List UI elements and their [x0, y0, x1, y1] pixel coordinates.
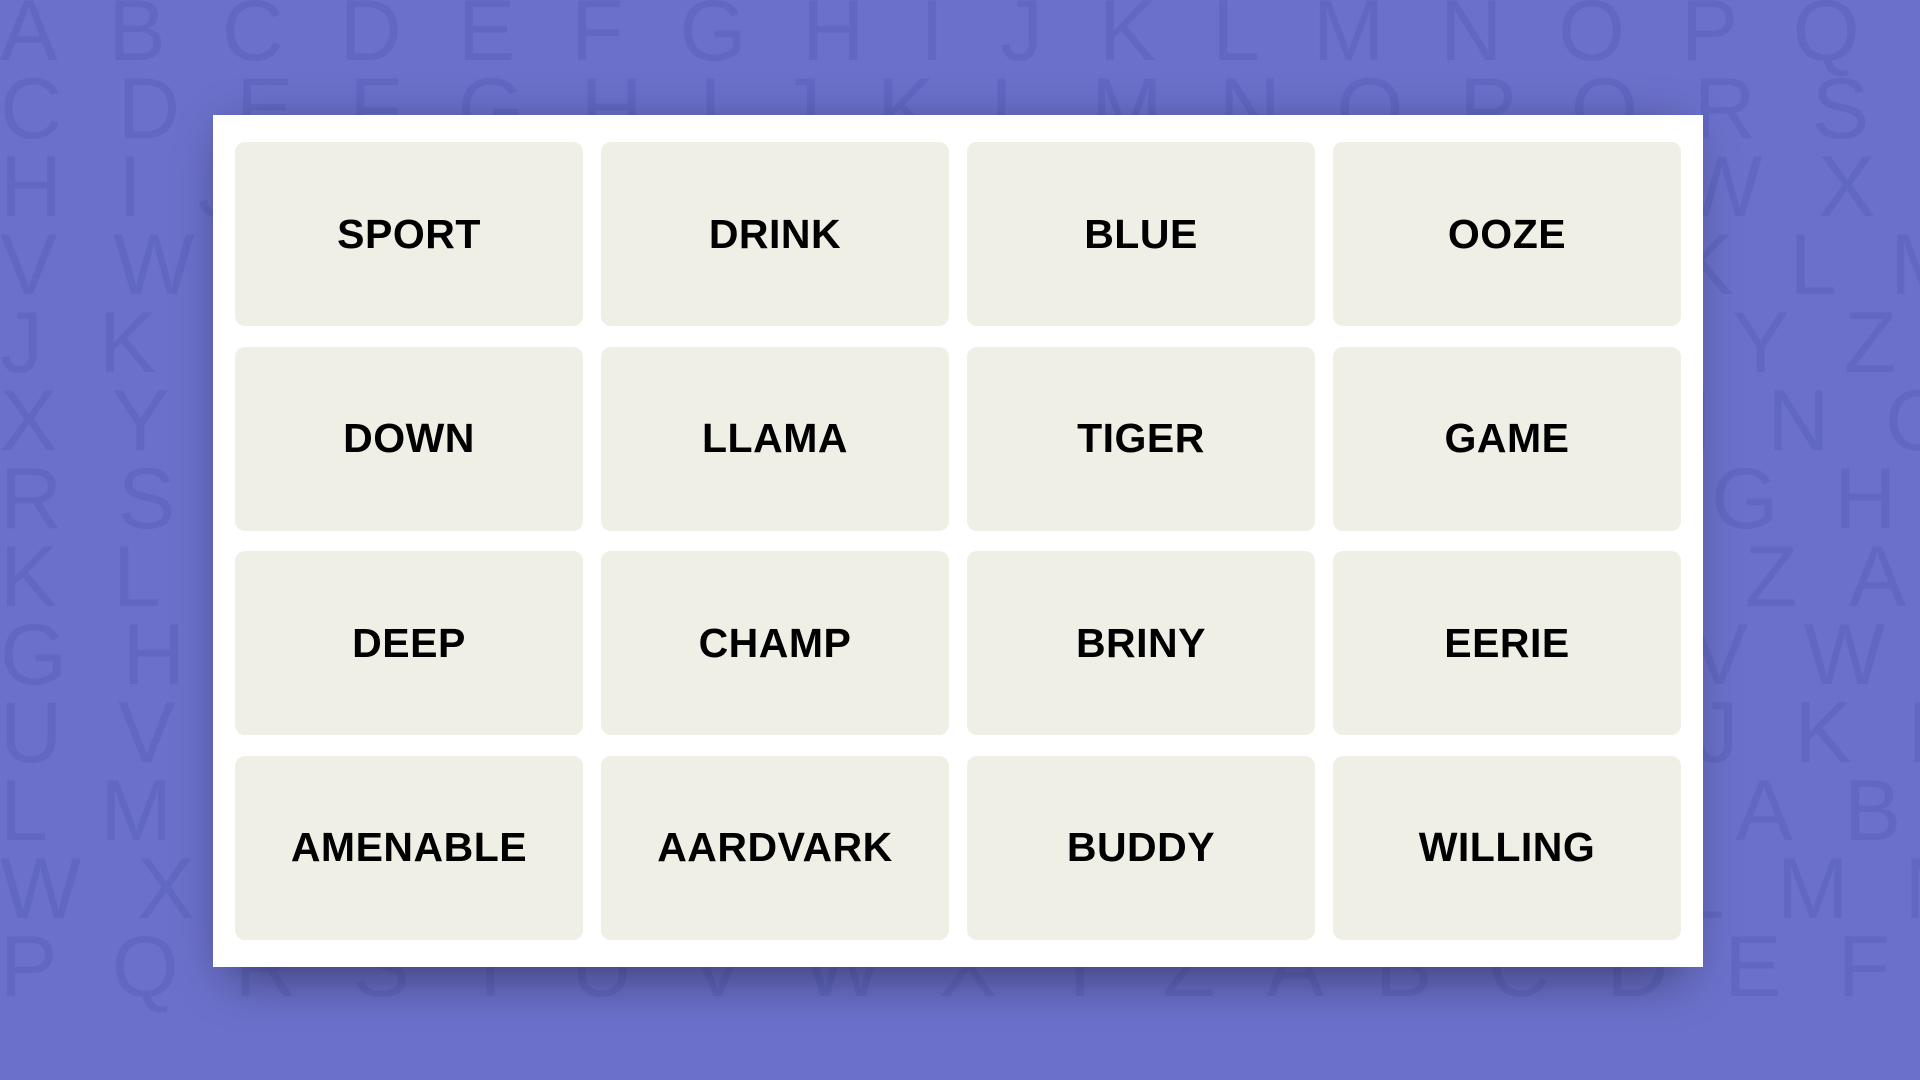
word-tile-label: SPORT — [337, 210, 481, 257]
word-tile[interactable]: AMENABLE — [235, 755, 583, 940]
tile-row: AMENABLE AARDVARK BUDDY WILLING — [235, 755, 1681, 940]
tile-row: DEEP CHAMP BRINY EERIE — [235, 551, 1681, 736]
word-tile-label: GAME — [1444, 415, 1570, 462]
word-tile-label: TIGER — [1077, 415, 1205, 462]
tile-row: SPORT DRINK BLUE OOZE — [235, 142, 1681, 326]
word-tile-label: EERIE — [1444, 619, 1570, 666]
word-tile-label: BUDDY — [1066, 824, 1216, 871]
word-tile-label: OOZE — [1447, 210, 1567, 257]
word-tile[interactable]: SPORT — [235, 142, 583, 326]
word-tile[interactable]: AARDVARK — [601, 755, 949, 940]
word-tile-label: CHAMP — [698, 619, 852, 666]
word-tile-label: DEEP — [352, 619, 466, 666]
word-tile[interactable]: DEEP — [235, 551, 583, 736]
word-tile-label: BLUE — [1084, 210, 1198, 257]
word-tile[interactable]: DOWN — [235, 346, 583, 531]
word-tile[interactable]: TIGER — [967, 346, 1315, 531]
word-tile-label: AMENABLE — [290, 824, 528, 871]
word-tile-label: BRINY — [1075, 619, 1207, 666]
puzzle-board: SPORT DRINK BLUE OOZE DOWN LLAMA TIGER G… — [213, 115, 1703, 967]
word-tile[interactable]: BLUE — [967, 142, 1315, 326]
word-tile[interactable]: EERIE — [1333, 551, 1681, 736]
word-tile[interactable]: DRINK — [601, 142, 949, 326]
word-tile-label: AARDVARK — [657, 824, 893, 871]
word-tile[interactable]: OOZE — [1333, 142, 1681, 326]
word-tile[interactable]: BRINY — [967, 551, 1315, 736]
word-tile-label: LLAMA — [702, 415, 848, 462]
tile-row: DOWN LLAMA TIGER GAME — [235, 346, 1681, 531]
word-tile[interactable]: CHAMP — [601, 551, 949, 736]
word-tile[interactable]: GAME — [1333, 346, 1681, 531]
word-tile[interactable]: LLAMA — [601, 346, 949, 531]
word-tile-label: WILLING — [1418, 824, 1596, 871]
word-tile-label: DRINK — [708, 210, 842, 257]
word-tile[interactable]: WILLING — [1333, 755, 1681, 940]
word-tile-label: DOWN — [343, 415, 475, 462]
word-tile[interactable]: BUDDY — [967, 755, 1315, 940]
